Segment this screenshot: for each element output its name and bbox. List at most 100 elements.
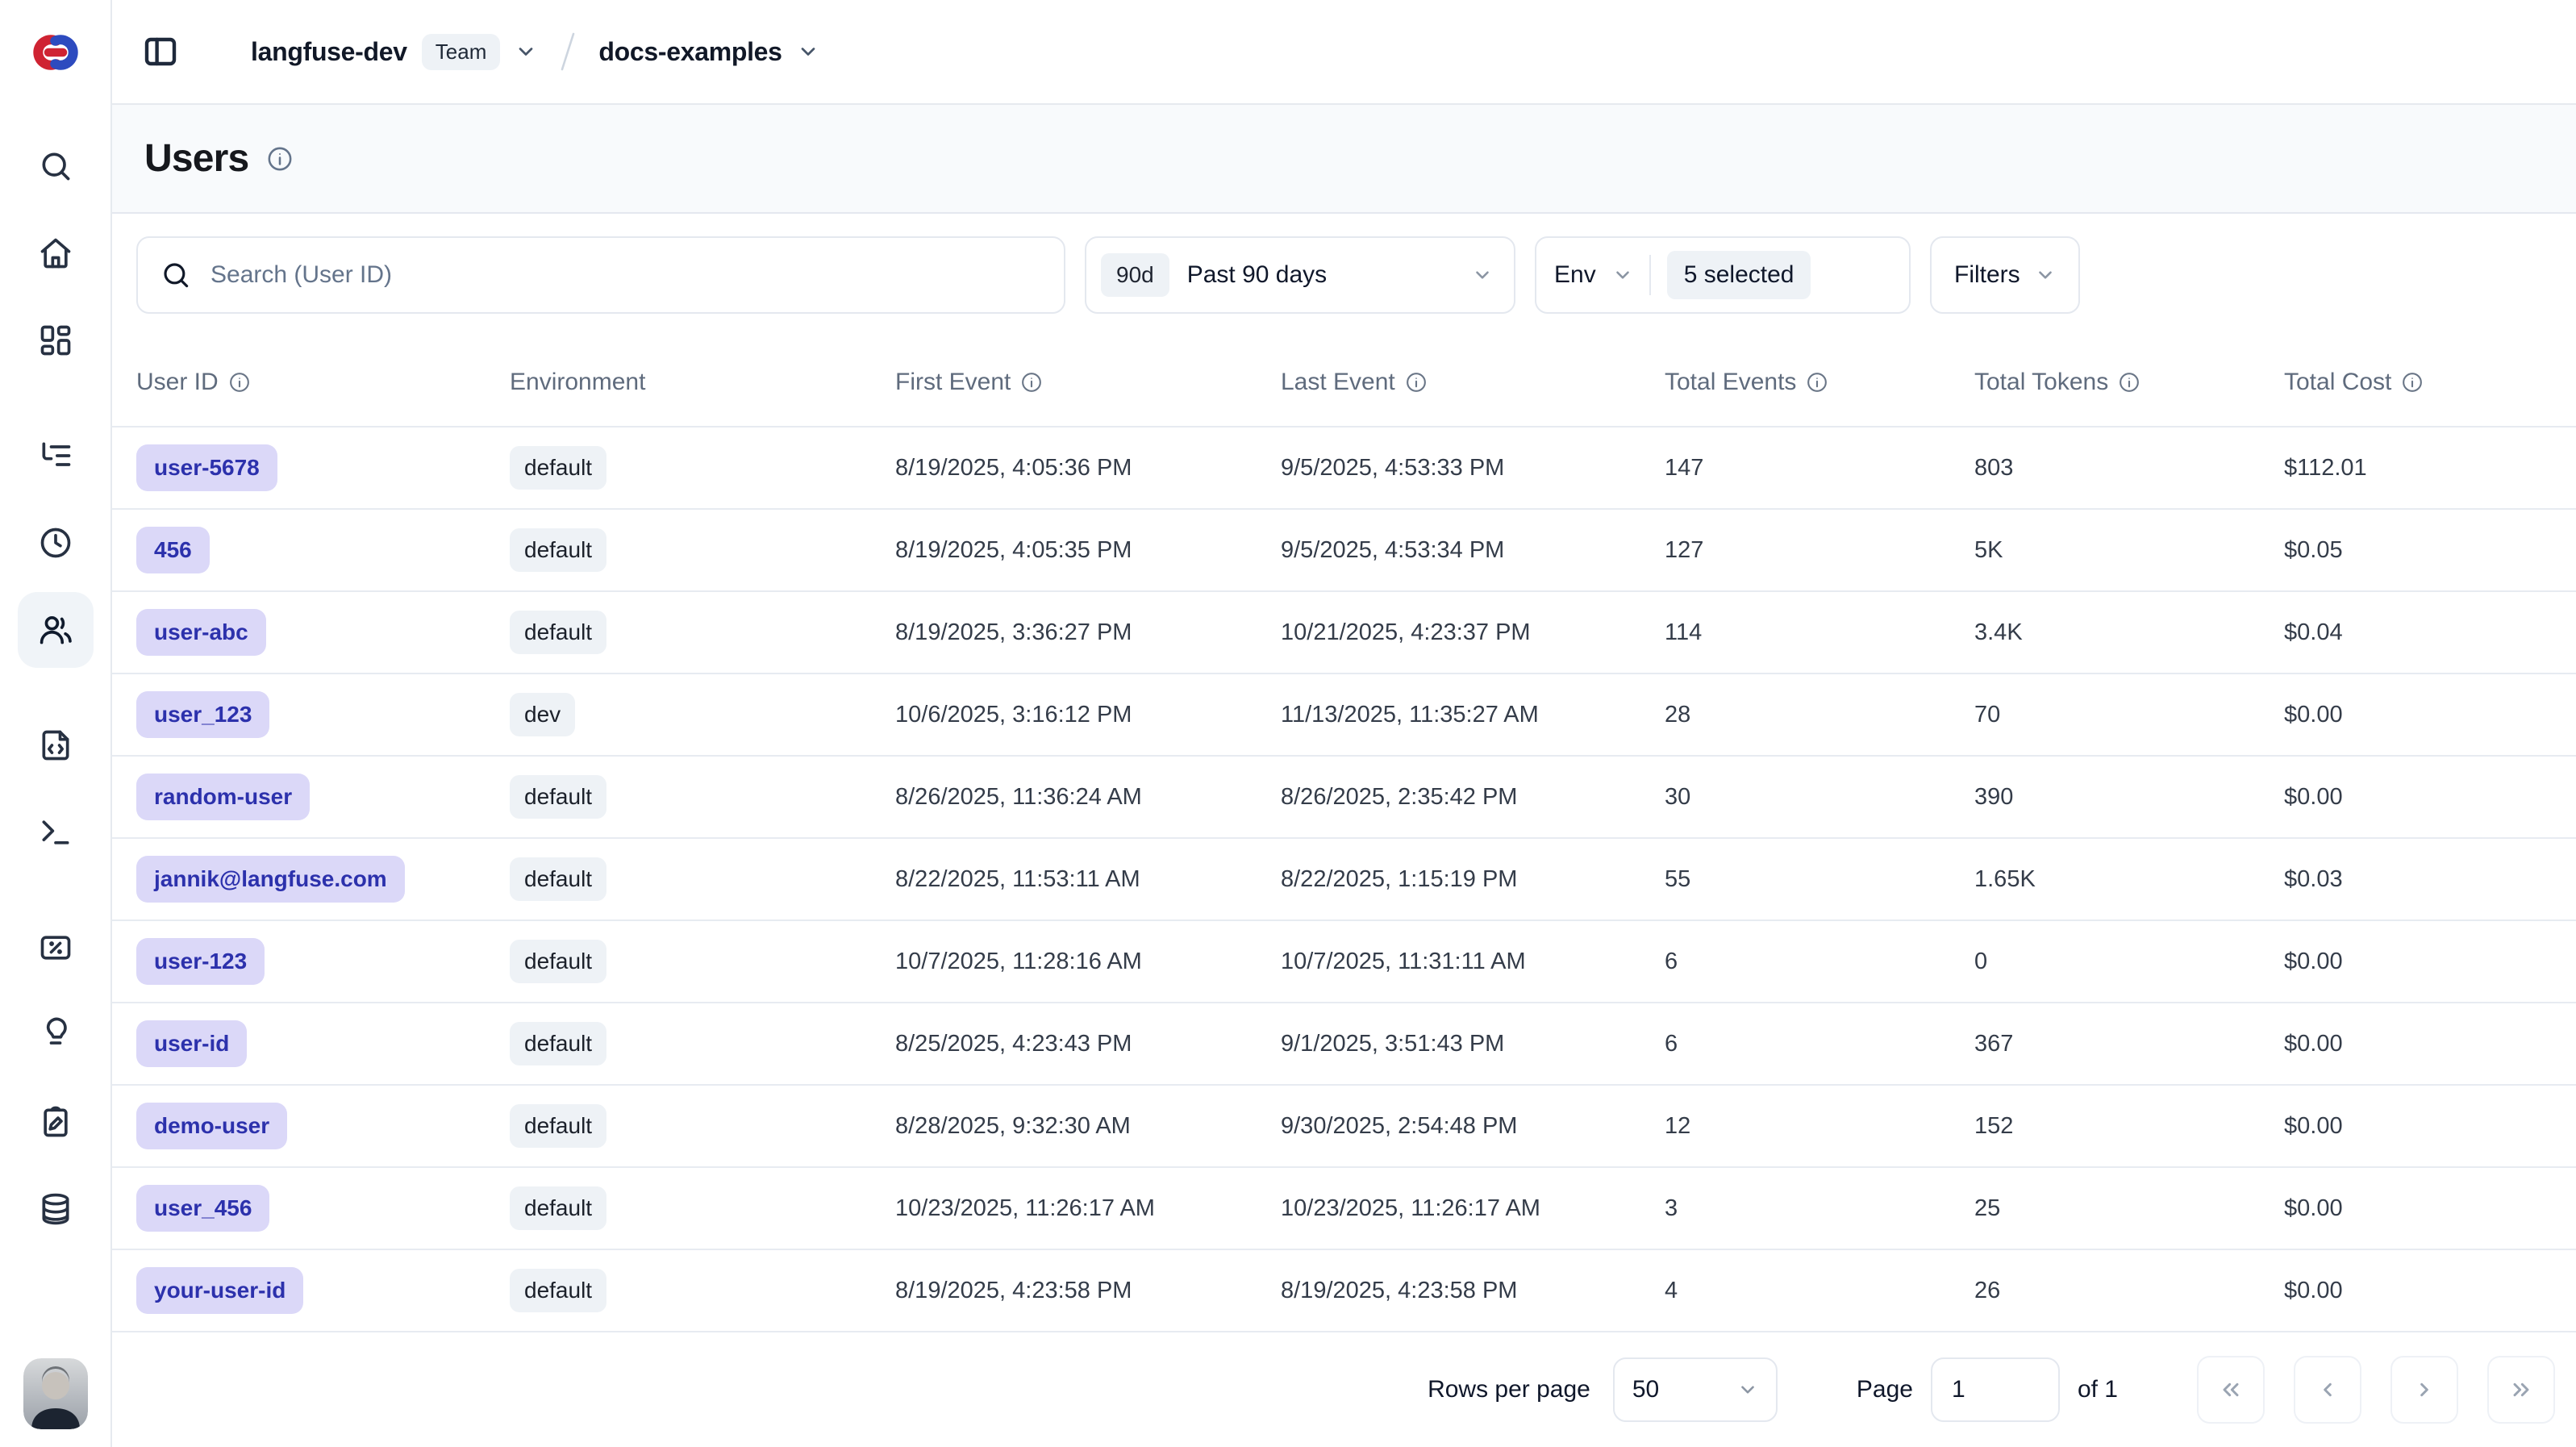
search-input[interactable] [209,261,1041,290]
column-header-last-event[interactable]: Last Event [1281,314,1665,427]
avatar-photo [23,1358,88,1429]
column-header-total-tokens[interactable]: Total Tokens [1974,314,2284,427]
table-row[interactable]: user-abc default 8/19/2025, 3:36:27 PM 1… [112,591,2576,673]
info-icon [2118,371,2140,394]
date-range-selector[interactable]: 90d Past 90 days [1085,236,1515,314]
total-cost-cell: $0.00 [2284,920,2576,1003]
table-row[interactable]: random-user default 8/26/2025, 11:36:24 … [112,756,2576,838]
user-id-badge[interactable]: user-abc [136,609,266,656]
dashboards-icon [38,323,73,358]
sidebar-item-prompts[interactable] [18,707,94,783]
total-tokens-cell: 0 [1974,920,2284,1003]
last-event-cell: 9/5/2025, 4:53:34 PM [1281,509,1665,591]
column-header-environment[interactable]: Environment [510,314,895,427]
sidebar [0,0,112,1447]
environment-selector[interactable]: Env 5 selected [1535,236,1911,314]
total-tokens-cell: 5K [1974,509,2284,591]
previous-page-button[interactable] [2294,1356,2361,1424]
last-event-cell: 11/13/2025, 11:35:27 AM [1281,673,1665,756]
table-row[interactable]: user_123 dev 10/6/2025, 3:16:12 PM 11/13… [112,673,2576,756]
org-type-badge: Team [422,34,501,70]
table-row[interactable]: user-id default 8/25/2025, 4:23:43 PM 9/… [112,1003,2576,1085]
table-row[interactable]: demo-user default 8/28/2025, 9:32:30 AM … [112,1085,2576,1167]
column-header-total-cost[interactable]: Total Cost [2284,314,2576,427]
table-row[interactable]: user-5678 default 8/19/2025, 4:05:36 PM … [112,427,2576,509]
sidebar-item-search[interactable] [18,128,94,204]
panel-left-icon [141,32,180,71]
table-row[interactable]: your-user-id default 8/19/2025, 4:23:58 … [112,1249,2576,1332]
user-id-badge[interactable]: user_123 [136,691,269,738]
user-id-badge[interactable]: user-123 [136,938,265,985]
chevron-down-icon [1737,1379,1758,1400]
insights-icon [38,1017,73,1053]
sidebar-item-playground[interactable] [18,794,94,870]
column-header-total-events[interactable]: Total Events [1665,314,1974,427]
page-header: Users [112,105,2576,214]
table-row[interactable]: 456 default 8/19/2025, 4:05:35 PM 9/5/20… [112,509,2576,591]
last-event-cell: 8/22/2025, 1:15:19 PM [1281,838,1665,920]
total-events-cell: 55 [1665,838,1974,920]
sidebar-item-home[interactable] [18,215,94,291]
users-table-body: user-5678 default 8/19/2025, 4:05:36 PM … [112,427,2576,1332]
user-id-badge[interactable]: random-user [136,774,310,820]
environment-badge: default [510,1186,606,1230]
user-id-badge[interactable]: 456 [136,527,210,573]
sidebar-item-users[interactable] [18,592,94,668]
total-events-cell: 114 [1665,591,1974,673]
sidebar-item-insights[interactable] [18,997,94,1073]
total-events-cell: 4 [1665,1249,1974,1332]
user-id-badge[interactable]: user-id [136,1020,247,1067]
breadcrumb-org[interactable]: langfuse-dev Team [251,34,537,70]
first-event-cell: 8/22/2025, 11:53:11 AM [895,838,1281,920]
filters-button[interactable]: Filters [1930,236,2080,314]
next-page-button[interactable] [2391,1356,2458,1424]
sidebar-item-annotation[interactable] [18,1084,94,1160]
first-event-cell: 8/26/2025, 11:36:24 AM [895,756,1281,838]
annotation-icon [38,1104,73,1140]
column-header-user-id[interactable]: User ID [112,314,510,427]
total-tokens-cell: 25 [1974,1167,2284,1249]
user-avatar[interactable] [23,1358,88,1429]
total-cost-cell: $0.03 [2284,838,2576,920]
breadcrumb-separator [556,30,579,73]
user-id-badge[interactable]: user-5678 [136,444,277,491]
user-id-badge[interactable]: user_456 [136,1185,269,1232]
playground-icon [38,815,73,850]
first-event-cell: 8/25/2025, 4:23:43 PM [895,1003,1281,1085]
rows-per-page-select[interactable]: 50 [1613,1357,1778,1422]
datasets-icon [38,1191,73,1227]
table-row[interactable]: user_456 default 10/23/2025, 11:26:17 AM… [112,1167,2576,1249]
total-tokens-cell: 367 [1974,1003,2284,1085]
sidebar-item-datasets[interactable] [18,1171,94,1247]
first-page-button[interactable] [2197,1356,2265,1424]
chevron-down-icon [797,40,819,63]
total-events-cell: 127 [1665,509,1974,591]
table-row[interactable]: user-123 default 10/7/2025, 11:28:16 AM … [112,920,2576,1003]
last-page-button[interactable] [2487,1356,2555,1424]
first-event-cell: 10/6/2025, 3:16:12 PM [895,673,1281,756]
breadcrumb-project[interactable]: docs-examples [598,37,819,67]
sidebar-toggle-button[interactable] [141,32,180,71]
user-id-badge[interactable]: your-user-id [136,1267,303,1314]
user-id-badge[interactable]: demo-user [136,1103,287,1149]
page-number-input[interactable] [1931,1357,2060,1422]
sidebar-item-tracing[interactable] [18,418,94,494]
sidebar-item-sessions[interactable] [18,505,94,581]
last-event-cell: 10/21/2025, 4:23:37 PM [1281,591,1665,673]
sidebar-item-evaluation[interactable] [18,910,94,986]
chevron-down-icon [1472,265,1493,286]
page-of-label: of 1 [2078,1376,2118,1403]
chevrons-left-icon [2218,1377,2244,1403]
langfuse-logo [27,0,85,105]
last-event-cell: 9/5/2025, 4:53:33 PM [1281,427,1665,509]
table-row[interactable]: jannik@langfuse.com default 8/22/2025, 1… [112,838,2576,920]
column-header-first-event[interactable]: First Event [895,314,1281,427]
environment-badge: default [510,1269,606,1312]
user-id-badge[interactable]: jannik@langfuse.com [136,856,405,903]
page-title: Users [144,136,248,181]
chevron-down-icon [2035,265,2056,286]
pagination: Rows per page 50 Page of 1 [112,1332,2576,1447]
total-cost-cell: $0.00 [2284,673,2576,756]
sidebar-item-dashboards[interactable] [18,302,94,378]
env-selected-badge: 5 selected [1667,251,1811,299]
